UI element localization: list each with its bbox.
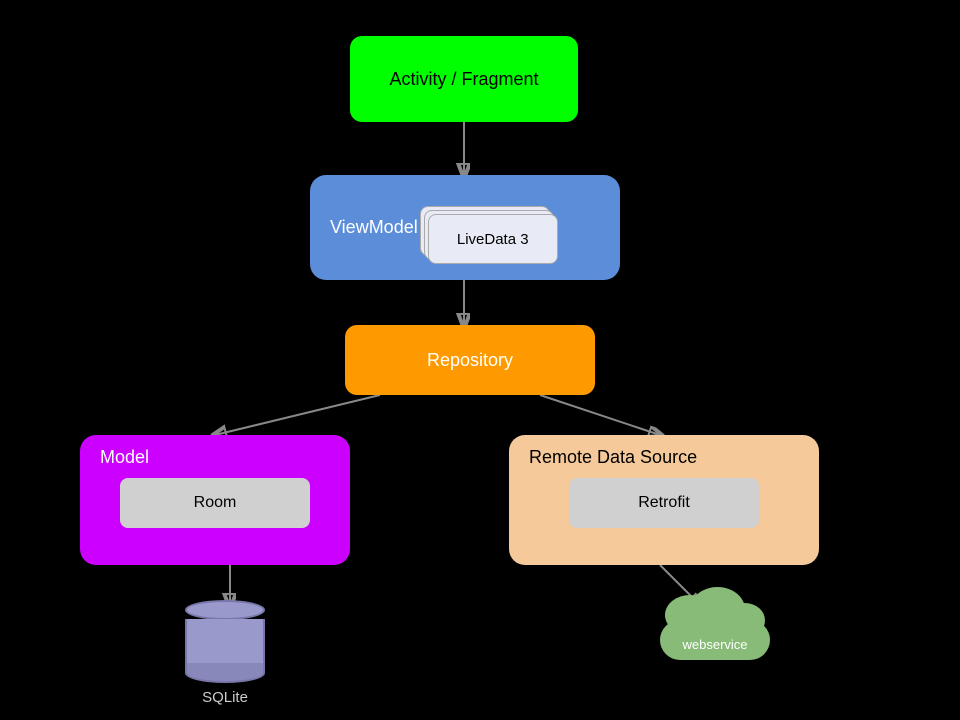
webservice-label: webservice [650, 637, 780, 652]
viewmodel-box: ViewModel LiveData 3 [310, 175, 620, 280]
livedata-card-front: LiveData 3 [428, 214, 558, 264]
retrofit-card: Retrofit [569, 478, 759, 528]
activity-fragment-box: Activity / Fragment [350, 36, 578, 122]
sqlite-label: SQLite [202, 689, 248, 706]
repository-box: Repository [345, 325, 595, 395]
room-label: Room [194, 494, 237, 512]
viewmodel-label: ViewModel [330, 217, 418, 238]
remote-data-source-label: Remote Data Source [529, 447, 697, 468]
remote-data-source-box: Remote Data Source Retrofit [509, 435, 819, 565]
livedata-label: LiveData 3 [457, 231, 529, 248]
activity-fragment-label: Activity / Fragment [389, 69, 538, 90]
diagram: Activity / Fragment ViewModel LiveData 3… [0, 0, 960, 720]
sqlite-cylinder [185, 600, 265, 683]
cylinder-top [185, 600, 265, 620]
cloud-bump3 [725, 603, 765, 638]
repository-label: Repository [427, 350, 513, 371]
webservice-container: webservice [650, 600, 780, 660]
webservice-cloud: webservice [650, 600, 780, 660]
sqlite-container: SQLite [185, 600, 265, 706]
model-label: Model [100, 447, 149, 468]
retrofit-label: Retrofit [638, 494, 690, 512]
model-box: Model Room [80, 435, 350, 565]
cylinder-bottom [185, 663, 265, 683]
cylinder-body [185, 619, 265, 664]
livedata-stack: LiveData 3 [428, 214, 566, 280]
room-card: Room [120, 478, 310, 528]
